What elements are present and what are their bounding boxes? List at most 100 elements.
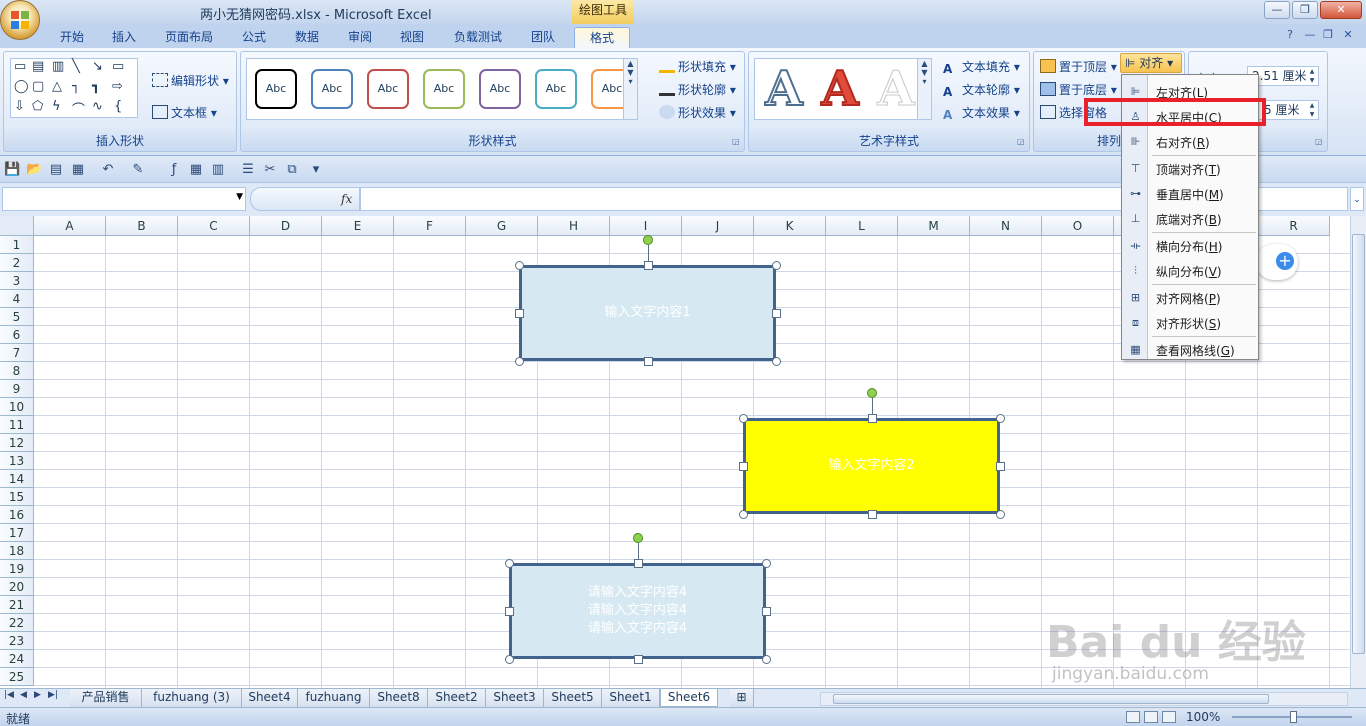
menu-item-align-right[interactable]: ⊪ 右对齐(R)	[1122, 129, 1258, 154]
resize-handle[interactable]	[739, 414, 748, 423]
down-arrow-shape-icon[interactable]: ⇩	[14, 99, 25, 114]
column-header[interactable]: A	[34, 216, 106, 236]
line-shape-icon[interactable]: ╲	[72, 59, 80, 74]
column-header[interactable]: R	[1258, 216, 1330, 236]
sheet-tab[interactable]: Sheet6	[660, 689, 718, 707]
column-header[interactable]: L	[826, 216, 898, 236]
shape-styles-launcher-icon[interactable]: ◲	[732, 138, 741, 147]
horizontal-scroll-thumb[interactable]	[833, 694, 1269, 704]
column-header[interactable]: K	[754, 216, 826, 236]
zoom-slider-knob[interactable]	[1290, 711, 1297, 723]
row-header[interactable]: 23	[0, 632, 34, 650]
chart-icon[interactable]: ▥	[210, 162, 226, 178]
menu-item-align-bottom[interactable]: ⊥ 底端对齐(B)	[1122, 206, 1258, 231]
edit-shape-button[interactable]: 编辑形状 ▾	[152, 72, 229, 89]
table-icon[interactable]: ▦	[188, 162, 204, 178]
row-header[interactable]: 2	[0, 254, 34, 272]
resize-handle[interactable]	[633, 559, 643, 568]
sheet-tab[interactable]: Sheet2	[428, 689, 486, 707]
row-header[interactable]: 1	[0, 236, 34, 254]
row-header[interactable]: 20	[0, 578, 34, 596]
minimize-button[interactable]: —	[1264, 1, 1290, 19]
sheet-tab[interactable]: Sheet3	[486, 689, 544, 707]
rotation-handle[interactable]	[632, 533, 643, 543]
brace-shape-icon[interactable]: {	[114, 99, 122, 114]
resize-handle[interactable]	[739, 462, 748, 471]
office-button[interactable]	[0, 0, 40, 40]
page-layout-view-icon[interactable]	[1144, 711, 1158, 723]
row-header[interactable]: 22	[0, 614, 34, 632]
expand-formula-icon[interactable]: ⌄	[1350, 187, 1364, 211]
row-header[interactable]: 8	[0, 362, 34, 380]
arrow-line-shape-icon[interactable]: ↘	[92, 59, 103, 74]
column-header[interactable]: N	[970, 216, 1042, 236]
triangle-shape-icon[interactable]: △	[52, 79, 62, 94]
shapes-gallery[interactable]: ▭ ▤ ▥ ╲ ↘ ▭ ◯ ▢ △ ┐ ┓ ⇨ ⇩ ⬠ ϟ ⌒ ∿ {	[10, 58, 138, 118]
rounded-rect-shape-icon[interactable]: ▢	[32, 79, 44, 94]
row-header[interactable]: 21	[0, 596, 34, 614]
shape-style-red[interactable]: Abc	[367, 69, 409, 109]
insert-function-button[interactable]: fx	[341, 192, 352, 206]
copy-icon[interactable]: ⧉	[284, 162, 300, 178]
height-spin-icon[interactable]: ▲ ▼	[1306, 67, 1318, 85]
freeform-shape-icon[interactable]: ⬠	[32, 99, 43, 114]
resize-handle[interactable]	[996, 510, 1005, 519]
row-header[interactable]: 18	[0, 542, 34, 560]
shape-style-aqua[interactable]: Abc	[535, 69, 577, 109]
resize-handle[interactable]	[633, 655, 643, 664]
format-painter-icon[interactable]: ✎	[130, 162, 146, 178]
lightning-shape-icon[interactable]: ϟ	[52, 99, 61, 114]
normal-view-icon[interactable]	[1126, 711, 1140, 723]
menu-item-snap-grid[interactable]: ⊞ 对齐网格(P)	[1122, 285, 1258, 310]
tab-data[interactable]: 数据	[285, 27, 329, 48]
wordart-gallery[interactable]: A A A ▲ ▼ ▾	[754, 58, 932, 120]
sheet-tab[interactable]: fuzhuang	[298, 689, 370, 707]
print-icon[interactable]: ▦	[70, 162, 86, 178]
select-all-corner[interactable]	[0, 216, 34, 236]
ribbon-close-icon[interactable]: ✕	[1340, 28, 1356, 44]
ribbon-minimize-icon[interactable]: —	[1302, 28, 1318, 44]
rectangle-shape-icon[interactable]: ▭	[14, 59, 26, 74]
tab-review[interactable]: 审阅	[338, 27, 382, 48]
resize-handle[interactable]	[772, 261, 781, 270]
row-header[interactable]: 6	[0, 326, 34, 344]
connector-shape-icon[interactable]: ┐	[72, 79, 80, 94]
tab-formulas[interactable]: 公式	[232, 27, 276, 48]
bring-to-front-button[interactable]: 置于顶层 ▾	[1040, 58, 1117, 75]
row-header[interactable]: 7	[0, 344, 34, 362]
rect2-shape-icon[interactable]: ▭	[112, 59, 124, 74]
shape-style-purple[interactable]: Abc	[479, 69, 521, 109]
insert-function-icon[interactable]: ƒ	[166, 162, 182, 178]
text-fill-button[interactable]: A 文本填充 ▾	[943, 58, 1020, 76]
textbox-shape-icon[interactable]: ▤	[32, 59, 44, 74]
resize-handle[interactable]	[996, 414, 1005, 423]
rotation-handle[interactable]	[642, 235, 653, 245]
tab-page-layout[interactable]: 页面布局	[156, 27, 222, 48]
send-to-back-button[interactable]: 置于底层 ▾	[1040, 81, 1117, 98]
column-header[interactable]: B	[106, 216, 178, 236]
tab-load-test[interactable]: 负载测试	[444, 27, 512, 48]
horizontal-scrollbar[interactable]	[820, 692, 1348, 706]
vertical-scrollbar[interactable]	[1350, 216, 1366, 690]
prev-sheet-icon[interactable]: ◀	[20, 690, 27, 700]
sheet-tab[interactable]: Sheet5	[544, 689, 602, 707]
tab-home[interactable]: 开始	[50, 27, 94, 48]
menu-item-align-middle[interactable]: ⊶ 垂直居中(M)	[1122, 181, 1258, 206]
text-box-button[interactable]: 文本框 ▾	[152, 104, 217, 121]
zoom-level[interactable]: 100%	[1186, 710, 1220, 724]
row-header[interactable]: 4	[0, 290, 34, 308]
resize-handle[interactable]	[867, 510, 877, 519]
resize-handle[interactable]	[505, 607, 514, 616]
shape-style-green[interactable]: Abc	[423, 69, 465, 109]
wordart-scroll[interactable]: ▲ ▼ ▾	[917, 59, 931, 119]
text-outline-button[interactable]: A 文本轮廓 ▾	[943, 81, 1020, 99]
resize-handle[interactable]	[762, 559, 771, 568]
column-header[interactable]: F	[394, 216, 466, 236]
row-header[interactable]: 16	[0, 506, 34, 524]
column-header[interactable]: C	[178, 216, 250, 236]
column-header[interactable]: I	[610, 216, 682, 236]
resize-handle[interactable]	[505, 655, 514, 664]
customize-qat-icon[interactable]: ▾	[308, 162, 324, 178]
sheet-tab[interactable]: fuzhuang (3)	[142, 689, 242, 707]
column-header[interactable]: G	[466, 216, 538, 236]
